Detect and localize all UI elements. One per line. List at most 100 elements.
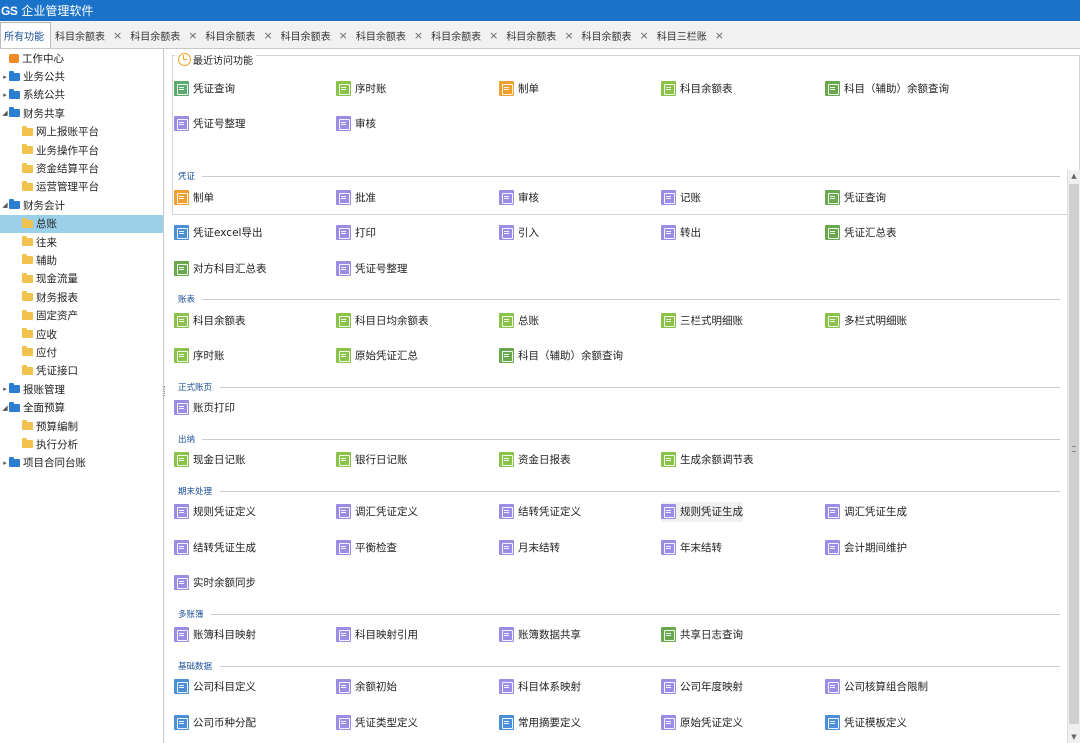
tab-item[interactable]: 科目余额表 × xyxy=(427,22,502,48)
function-item[interactable]: 科目（辅助）余额查询 xyxy=(825,78,949,98)
function-item[interactable]: 对方科目汇总表 xyxy=(174,258,267,278)
function-item[interactable]: 科目体系映射 xyxy=(499,677,581,697)
function-item[interactable]: 调汇凭证生成 xyxy=(825,502,907,522)
tab-item[interactable]: 科目三栏账 × xyxy=(653,22,728,48)
function-item[interactable]: 科目（辅助）余额查询 xyxy=(499,346,623,366)
function-item[interactable]: 制单 xyxy=(499,78,539,98)
function-item[interactable]: 凭证汇总表 xyxy=(825,223,897,243)
function-item[interactable]: 打印 xyxy=(336,223,376,243)
collapsed-arrow-icon[interactable]: ▸ xyxy=(1,73,9,81)
function-item[interactable]: 生成余额调节表 xyxy=(661,450,754,470)
sidebar-item[interactable]: ▸ 报账管理 xyxy=(0,380,163,398)
sidebar-item[interactable]: 执行分析 xyxy=(0,435,163,453)
function-item[interactable]: 三栏式明细账 xyxy=(661,310,743,330)
sidebar-item[interactable]: 运营管理平台 xyxy=(0,178,163,196)
function-item[interactable]: 银行日记账 xyxy=(336,450,408,470)
function-item[interactable]: 共享日志查询 xyxy=(661,625,743,645)
sidebar-item[interactable]: 工作中心 xyxy=(0,49,163,67)
close-icon[interactable]: × xyxy=(339,29,348,42)
sidebar-item[interactable]: 凭证接口 xyxy=(0,362,163,380)
function-item[interactable]: 原始凭证定义 xyxy=(661,712,743,732)
function-item[interactable]: 批准 xyxy=(336,187,376,207)
close-icon[interactable]: × xyxy=(489,29,498,42)
close-icon[interactable]: × xyxy=(113,29,122,42)
collapsed-arrow-icon[interactable]: ▸ xyxy=(1,385,9,393)
function-item[interactable]: 结转凭证定义 xyxy=(499,502,581,522)
function-item[interactable]: 转出 xyxy=(661,223,701,243)
function-item[interactable]: 凭证号整理 xyxy=(336,258,408,278)
scroll-down-icon[interactable]: ▼ xyxy=(1068,731,1080,743)
sidebar-item[interactable]: 资金结算平台 xyxy=(0,159,163,177)
function-item[interactable]: 凭证查询 xyxy=(174,78,235,98)
function-item[interactable]: 结转凭证生成 xyxy=(174,537,256,557)
function-item[interactable]: 凭证excel导出 xyxy=(174,223,262,243)
function-item[interactable]: 年末结转 xyxy=(661,537,722,557)
function-item[interactable]: 平衡检查 xyxy=(336,537,397,557)
function-item[interactable]: 资金日报表 xyxy=(499,450,571,470)
tab-item[interactable]: 科目余额表 × xyxy=(352,22,427,48)
function-item[interactable]: 凭证模板定义 xyxy=(825,712,907,732)
function-item[interactable]: 公司科目定义 xyxy=(174,677,256,697)
sidebar-item[interactable]: 应付 xyxy=(0,343,163,361)
function-item[interactable]: 现金日记账 xyxy=(174,450,246,470)
scroll-up-icon[interactable]: ▲ xyxy=(1068,170,1080,182)
function-item[interactable]: 常用摘要定义 xyxy=(499,712,581,732)
function-item[interactable]: 公司币种分配 xyxy=(174,712,256,732)
function-item[interactable]: 科目余额表 xyxy=(661,78,733,98)
collapsed-arrow-icon[interactable]: ▸ xyxy=(1,91,9,99)
sidebar-item[interactable]: ▸ 项目合同台账 xyxy=(0,454,163,472)
sidebar-item[interactable]: 应收 xyxy=(0,325,163,343)
function-item[interactable]: 科目映射引用 xyxy=(336,625,418,645)
function-item[interactable]: 凭证号整理 xyxy=(174,114,246,134)
expanded-arrow-icon[interactable]: ◢ xyxy=(1,404,9,412)
function-item[interactable]: 序时账 xyxy=(336,78,387,98)
sidebar-item[interactable]: 业务操作平台 xyxy=(0,141,163,159)
function-item[interactable]: 审核 xyxy=(336,114,376,134)
function-item[interactable]: 账簿科目映射 xyxy=(174,625,256,645)
tab-item[interactable]: 科目余额表 × xyxy=(502,22,577,48)
function-item[interactable]: 月末结转 xyxy=(499,537,560,557)
sidebar-item[interactable]: 固定资产 xyxy=(0,306,163,324)
function-item[interactable]: 会计期间维护 xyxy=(825,537,907,557)
function-item[interactable]: 原始凭证汇总 xyxy=(336,346,418,366)
sidebar-item[interactable]: 总账 xyxy=(0,214,163,233)
close-icon[interactable]: × xyxy=(188,29,197,42)
function-item[interactable]: 账页打印 xyxy=(174,398,235,418)
function-item[interactable]: 制单 xyxy=(174,187,214,207)
close-icon[interactable]: × xyxy=(715,29,724,42)
tab-item[interactable]: 科目余额表 × xyxy=(578,22,653,48)
function-item[interactable]: 公司年度映射 xyxy=(661,677,743,697)
vertical-scrollbar[interactable]: ▲ ▼ xyxy=(1067,170,1080,743)
function-item[interactable]: 记账 xyxy=(661,187,701,207)
close-icon[interactable]: × xyxy=(263,29,272,42)
function-item[interactable]: 调汇凭证定义 xyxy=(336,502,418,522)
tab-all-functions[interactable]: 所有功能 xyxy=(0,22,51,48)
collapsed-arrow-icon[interactable]: ▸ xyxy=(1,459,9,467)
function-item[interactable]: 引入 xyxy=(499,223,539,243)
sidebar-item[interactable]: 网上报账平台 xyxy=(0,123,163,141)
function-item[interactable]: 公司核算组合限制 xyxy=(825,677,928,697)
sidebar-item[interactable]: 辅助 xyxy=(0,251,163,269)
tab-item[interactable]: 科目余额表 × xyxy=(126,22,201,48)
splitter-handle[interactable] xyxy=(164,386,166,396)
tab-item[interactable]: 科目余额表 × xyxy=(51,22,126,48)
function-item[interactable]: 凭证类型定义 xyxy=(336,712,418,732)
function-item[interactable]: 规则凭证定义 xyxy=(174,502,256,522)
sidebar-item[interactable]: ▸ 系统公共 xyxy=(0,86,163,104)
function-item[interactable]: 总账 xyxy=(499,310,539,330)
function-item[interactable]: 审核 xyxy=(499,187,539,207)
sidebar-item[interactable]: 现金流量 xyxy=(0,270,163,288)
tab-item[interactable]: 科目余额表 × xyxy=(201,22,276,48)
sidebar-item[interactable]: 预算编制 xyxy=(0,417,163,435)
function-item[interactable]: 账簿数据共享 xyxy=(499,625,581,645)
close-icon[interactable]: × xyxy=(414,29,423,42)
function-item[interactable]: 规则凭证生成 xyxy=(661,501,743,522)
tab-item[interactable]: 科目余额表 × xyxy=(277,22,352,48)
expanded-arrow-icon[interactable]: ◢ xyxy=(1,201,9,209)
function-item[interactable]: 序时账 xyxy=(174,346,225,366)
function-item[interactable]: 凭证查询 xyxy=(825,187,886,207)
expanded-arrow-icon[interactable]: ◢ xyxy=(1,109,9,117)
function-item[interactable]: 实时余额同步 xyxy=(174,573,256,593)
sidebar-item[interactable]: ◢ 财务会计 xyxy=(0,196,163,214)
function-item[interactable]: 多栏式明细账 xyxy=(825,310,907,330)
